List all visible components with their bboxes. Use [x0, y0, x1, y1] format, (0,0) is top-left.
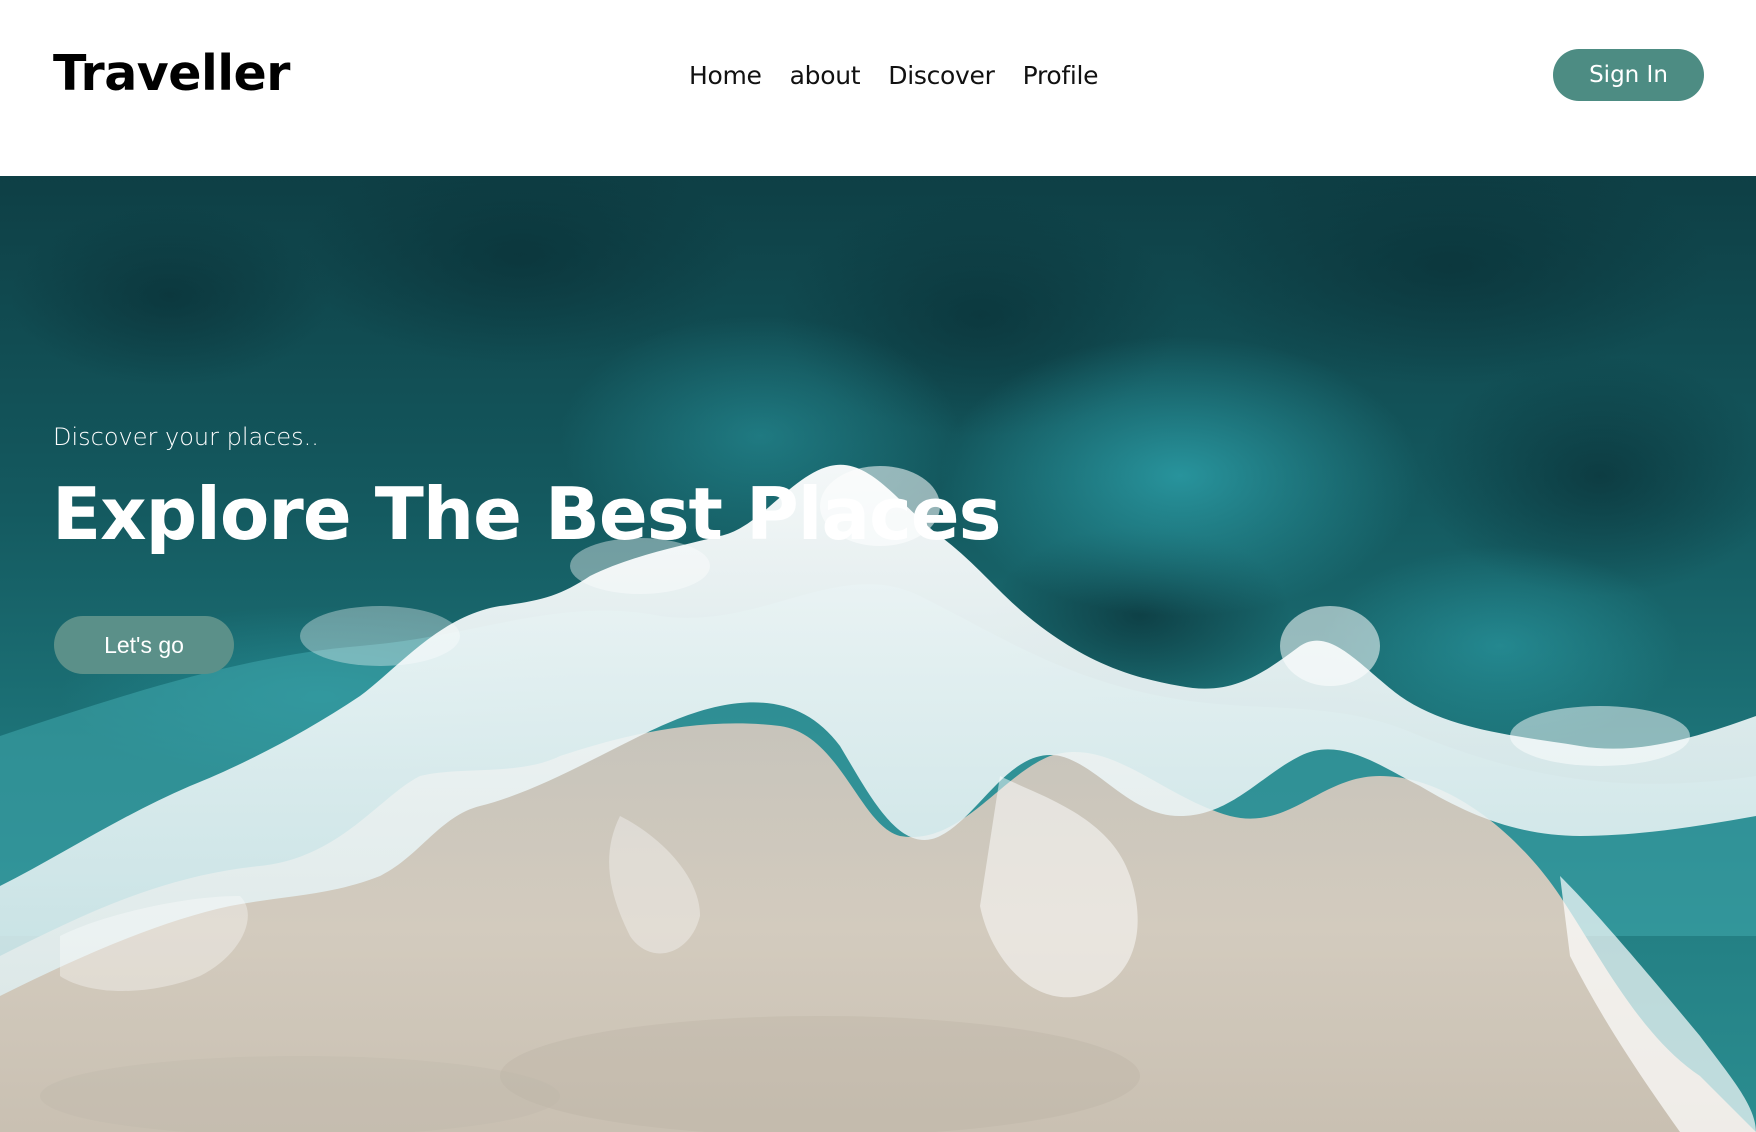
site-header: Traveller Home about Discover Profile Si…	[0, 0, 1756, 176]
lets-go-button[interactable]: Let's go	[54, 616, 234, 674]
nav-item-about[interactable]: about	[790, 56, 861, 96]
brand-logo[interactable]: Traveller	[53, 44, 290, 104]
hero-title: Explore The Best Places	[52, 472, 1001, 556]
sign-in-button[interactable]: Sign In	[1553, 49, 1704, 101]
hero-subtitle: Discover your places..	[53, 423, 319, 451]
nav-item-discover[interactable]: Discover	[888, 56, 995, 96]
hero-background-image	[0, 176, 1756, 1132]
nav-item-profile[interactable]: Profile	[1023, 56, 1099, 96]
hero-section: Discover your places.. Explore The Best …	[0, 176, 1756, 1132]
nav-item-home[interactable]: Home	[689, 56, 762, 96]
main-nav: Home about Discover Profile	[689, 56, 1099, 96]
